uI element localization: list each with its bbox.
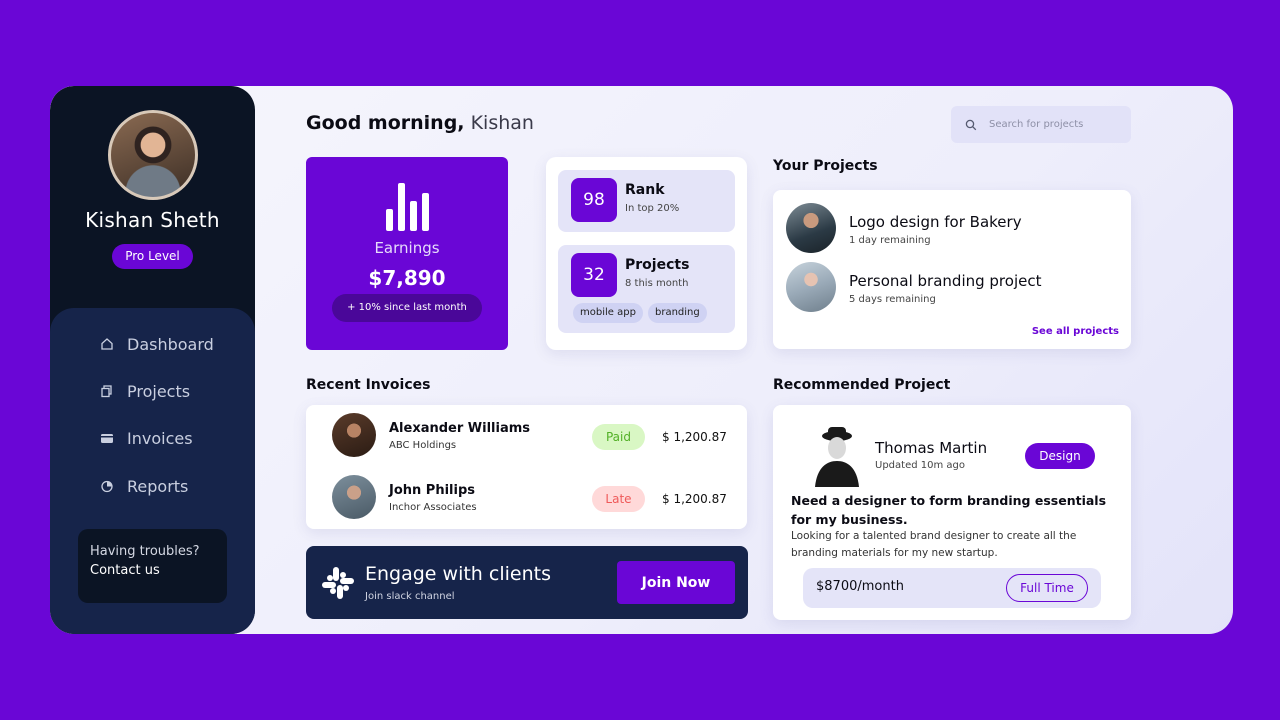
client-company: ABC Holdings [389,440,457,451]
avatar [809,425,865,487]
client-company: Inchor Associates [389,502,477,513]
projects-count-card: 32 Projects 8 this month mobile app bran… [558,245,735,333]
sidebar-item-label: Dashboard [127,334,214,354]
project-deadline: 5 days remaining [849,294,936,305]
recommended-project-title: Recommended Project [773,377,951,393]
invoice-amount: $ 1,200.87 [662,430,727,444]
engage-banner: Engage with clients Join slack channel J… [306,546,748,619]
avatar [332,475,376,519]
sidebar-item-reports[interactable]: Reports [100,474,188,498]
engage-title: Engage with clients [365,563,551,585]
project-deadline: 1 day remaining [849,235,931,246]
search-box[interactable] [951,106,1131,143]
avatar[interactable] [108,110,198,200]
tag-branding[interactable]: branding [648,303,707,323]
join-now-button[interactable]: Join Now [617,561,735,604]
search-icon [965,119,977,130]
updated-time: Updated 10m ago [875,460,965,471]
projects-sub: 8 this month [625,278,689,289]
pie-chart-icon [101,480,113,493]
sidebar-item-invoices[interactable]: Invoices [100,426,193,450]
stats-card: 98 Rank In top 20% 32 Projects 8 this mo… [546,157,747,350]
project-title[interactable]: Personal branding project [849,272,1041,290]
status-badge: Late [592,486,645,512]
engage-subtitle: Join slack channel [365,591,455,602]
rank-title: Rank [625,182,665,198]
projects-value: 32 [571,253,617,297]
tag-mobile-app[interactable]: mobile app [573,303,643,323]
recommender-name: Thomas Martin [875,439,988,457]
rank-value: 98 [571,178,617,222]
category-badge[interactable]: Design [1025,443,1095,469]
project-avatar [786,203,836,253]
recommended-project-card: Thomas Martin Updated 10m ago Design Nee… [773,405,1131,620]
your-projects-card: Logo design for Bakery 1 day remaining P… [773,190,1131,349]
sidebar-item-label: Projects [127,381,191,401]
sidebar-item-label: Invoices [127,428,193,448]
sidebar-item-projects[interactable]: Projects [100,379,190,403]
projects-title: Projects [625,257,690,273]
client-name: John Philips [389,483,475,498]
home-icon [101,338,113,350]
avatar [332,413,376,457]
rank-card: 98 Rank In top 20% [558,170,735,232]
help-question: Having troubles? [90,544,200,559]
project-avatar [786,262,836,312]
see-all-projects-link[interactable]: See all projects [1032,326,1119,337]
copy-icon [101,385,112,398]
page-title: Good morning, Kishan [306,112,534,134]
sidebar-item-label: Reports [127,476,189,496]
earnings-amount: $7,890 [368,266,446,290]
project-footer: $8700/month Full Time [803,568,1101,608]
client-name: Alexander Williams [389,421,531,436]
status-badge: Paid [592,424,645,450]
project-title[interactable]: Logo design for Bakery [849,213,1022,231]
earnings-card: Earnings $7,890 + 10% since last month [306,157,508,350]
app-window: Kishan Sheth Pro Level Dashboard Project… [50,86,1233,634]
rank-sub: In top 20% [625,203,680,214]
earnings-change: + 10% since last month [332,294,482,322]
greeting-name: Kishan [470,112,534,134]
contact-us-link[interactable]: Contact us [90,561,215,580]
bar-chart-icon [386,183,430,231]
greeting-text: Good morning, [306,112,465,134]
recent-invoices-title: Recent Invoices [306,377,431,393]
sidebar: Kishan Sheth Pro Level Dashboard Project… [50,86,255,634]
project-headline: Need a designer to form branding essenti… [791,493,1107,527]
level-badge: Pro Level [112,244,193,269]
invoice-amount: $ 1,200.87 [662,492,727,506]
job-type-badge[interactable]: Full Time [1006,574,1088,602]
invoices-card: Alexander Williams ABC Holdings Paid $ 1… [306,405,747,529]
user-name: Kishan Sheth [85,208,220,232]
project-description: Looking for a talented brand designer to… [791,530,1077,559]
your-projects-title: Your Projects [773,158,878,174]
salary: $8700/month [816,579,904,594]
search-input[interactable] [989,119,1119,130]
slack-icon [322,567,354,599]
wallet-icon [101,434,113,443]
sidebar-item-dashboard[interactable]: Dashboard [100,332,214,356]
earnings-label: Earnings [374,239,440,257]
help-box: Having troubles? Contact us [78,529,227,603]
